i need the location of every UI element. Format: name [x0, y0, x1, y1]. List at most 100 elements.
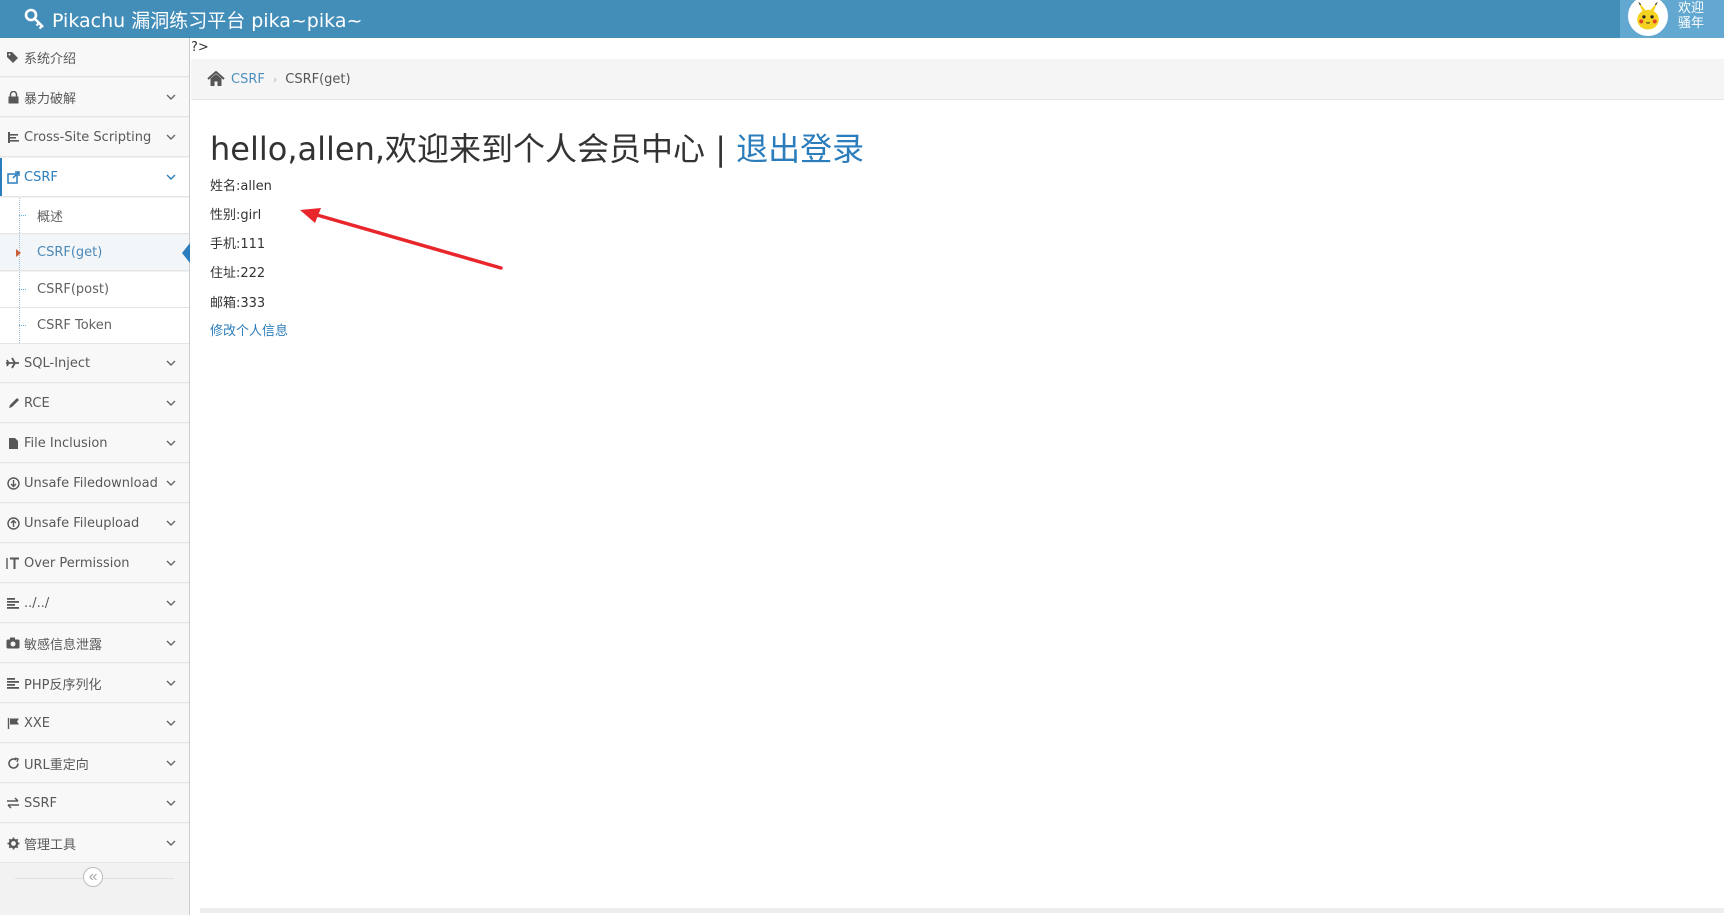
- caret-right-icon: [16, 249, 21, 257]
- annotation-arrow: [300, 208, 503, 270]
- breadcrumb-link-csrf[interactable]: CSRF: [231, 72, 265, 87]
- key-icon: [24, 8, 44, 30]
- sidebar-item-xss[interactable]: Cross-Site Scripting: [0, 118, 189, 157]
- user-greeting-line2: 骚年: [1678, 16, 1705, 31]
- sidebar-item-label: Unsafe Filedownload: [24, 475, 158, 491]
- home-icon[interactable]: [207, 71, 225, 87]
- chevron-down-icon[interactable]: [165, 677, 177, 689]
- submenu-item-label: 概述: [37, 210, 64, 225]
- align-left-icon: [6, 676, 20, 690]
- edit-profile-link[interactable]: 修改个人信息: [210, 320, 288, 339]
- sidebar-item-label: Over Permission: [24, 555, 130, 571]
- sidebar-item-unsafe-fileupload[interactable]: Unsafe Fileupload: [0, 504, 189, 543]
- info-phone: 手机:111: [210, 237, 266, 252]
- sidebar-item-xxe[interactable]: XXE: [0, 704, 189, 743]
- sidebar-item-csrf[interactable]: CSRF: [0, 158, 189, 197]
- info-name: 姓名:allen: [210, 179, 272, 194]
- sidebar-item-label: SQL-Inject: [24, 355, 91, 371]
- chevron-down-icon[interactable]: [165, 717, 177, 729]
- sidebar-item-unsafe-filedownload[interactable]: Unsafe Filedownload: [0, 464, 189, 503]
- chevron-down-icon[interactable]: [165, 797, 177, 809]
- chevron-down-icon[interactable]: [165, 557, 177, 569]
- sidebar-item-label: RCE: [24, 395, 50, 411]
- tree-branch: [19, 215, 26, 216]
- chevron-down-icon[interactable]: [165, 637, 177, 649]
- top-navbar: Pikachu 漏洞练习平台 pika~pika~ 欢迎 骚年: [0, 0, 1724, 38]
- sidebar: 系统介绍 暴力破解 Cross-Site Scripting CSRF 概述 C…: [0, 38, 190, 915]
- chevron-down-icon[interactable]: [165, 477, 177, 489]
- refresh-icon: [6, 756, 20, 770]
- share-icon: [6, 170, 20, 184]
- sidebar-item-label: Cross-Site Scripting: [24, 129, 152, 145]
- chevron-down-icon[interactable]: [165, 437, 177, 449]
- chevron-down-icon[interactable]: [165, 357, 177, 369]
- active-pointer-icon: [182, 243, 190, 263]
- brand[interactable]: Pikachu 漏洞练习平台 pika~pika~: [24, 4, 362, 34]
- camera-icon: [6, 636, 20, 650]
- user-greeting-line1: 欢迎: [1678, 1, 1705, 16]
- plane-icon: [6, 356, 20, 370]
- chevron-down-icon[interactable]: [165, 91, 177, 103]
- submenu-item-overview[interactable]: 概述: [0, 198, 189, 234]
- lock-icon: [6, 90, 20, 104]
- logout-link[interactable]: 退出登录: [736, 130, 864, 168]
- sidebar-item-rce[interactable]: RCE: [0, 384, 189, 423]
- page-title: hello,allen,欢迎来到个人会员中心 | 退出登录: [210, 124, 864, 170]
- sidebar-item-label: URL重定向: [24, 757, 89, 773]
- tree-branch: [19, 325, 26, 326]
- sidebar-item-label: 系统介绍: [24, 51, 77, 67]
- chevron-down-icon[interactable]: [165, 597, 177, 609]
- horizontal-scrollbar[interactable]: [200, 908, 1724, 913]
- upload-icon: [6, 516, 20, 530]
- sidebar-item-label: File Inclusion: [24, 435, 108, 451]
- sidebar-item-intro[interactable]: 系统介绍: [0, 38, 189, 77]
- sidebar-item-label: 暴力破解: [24, 91, 77, 107]
- sidebar-item-file-inclusion[interactable]: File Inclusion: [0, 424, 189, 463]
- chevron-down-icon[interactable]: [165, 171, 177, 183]
- chevron-down-icon[interactable]: [165, 757, 177, 769]
- info-gender: 性别:girl: [210, 208, 262, 223]
- user-greeting: 欢迎 骚年: [1678, 1, 1704, 31]
- tags-icon: [6, 50, 20, 64]
- collapse-sidebar-button[interactable]: [83, 867, 103, 887]
- sidebar-item-dir-traversal[interactable]: ../../: [0, 584, 189, 623]
- chevron-down-icon[interactable]: [165, 837, 177, 849]
- sidebar-collapse-bar: [0, 858, 189, 898]
- pikachu-avatar-icon: [1637, 1, 1659, 30]
- sidebar-item-label: XXE: [24, 715, 51, 731]
- submenu-item-csrf-token[interactable]: CSRF Token: [0, 308, 189, 344]
- user-menu[interactable]: 欢迎 骚年: [1620, 0, 1724, 38]
- submenu-item-label: CSRF(post): [37, 282, 110, 297]
- chevron-down-icon[interactable]: [165, 517, 177, 529]
- gear-icon: [6, 836, 20, 850]
- breadcrumb: CSRF › CSRF(get): [191, 59, 1724, 100]
- submenu-item-csrf-post[interactable]: CSRF(post): [0, 272, 189, 308]
- exchange-icon: [6, 796, 20, 810]
- sidebar-item-php-unserialize[interactable]: PHP反序列化: [0, 664, 189, 703]
- submenu-item-csrf-get[interactable]: CSRF(get): [0, 235, 190, 271]
- sitemap-icon: [6, 130, 20, 144]
- info-email: 邮箱:333: [210, 296, 266, 311]
- sidebar-item-label: 管理工具: [24, 837, 77, 853]
- pencil-icon: [6, 396, 20, 410]
- sidebar-item-label: ../../: [24, 595, 50, 611]
- submenu-item-label: CSRF Token: [37, 318, 112, 333]
- chevron-down-icon[interactable]: [165, 131, 177, 143]
- text-height-icon: [6, 556, 20, 570]
- submenu-item-label: CSRF(get): [37, 245, 103, 260]
- double-angle-left-icon: [89, 873, 97, 881]
- download-icon: [6, 476, 20, 490]
- sidebar-item-sql-inject[interactable]: SQL-Inject: [0, 344, 189, 383]
- sidebar-item-over-permission[interactable]: Over Permission: [0, 544, 189, 583]
- sidebar-item-info-leak[interactable]: 敏感信息泄露: [0, 624, 189, 663]
- sidebar-item-ssrf[interactable]: SSRF: [0, 784, 189, 823]
- sidebar-item-url-redirect[interactable]: URL重定向: [0, 744, 189, 783]
- sidebar-item-brute-force[interactable]: 暴力破解: [0, 78, 189, 117]
- sidebar-item-label: SSRF: [24, 795, 58, 811]
- brand-title: Pikachu 漏洞练习平台 pika~pika~: [52, 9, 363, 32]
- breadcrumb-current: CSRF(get): [285, 71, 351, 87]
- file-icon: [6, 436, 20, 450]
- php-leftover-text: ?>: [191, 40, 209, 55]
- chevron-down-icon[interactable]: [165, 397, 177, 409]
- welcome-heading: hello,allen,欢迎来到个人会员中心 |: [210, 130, 737, 168]
